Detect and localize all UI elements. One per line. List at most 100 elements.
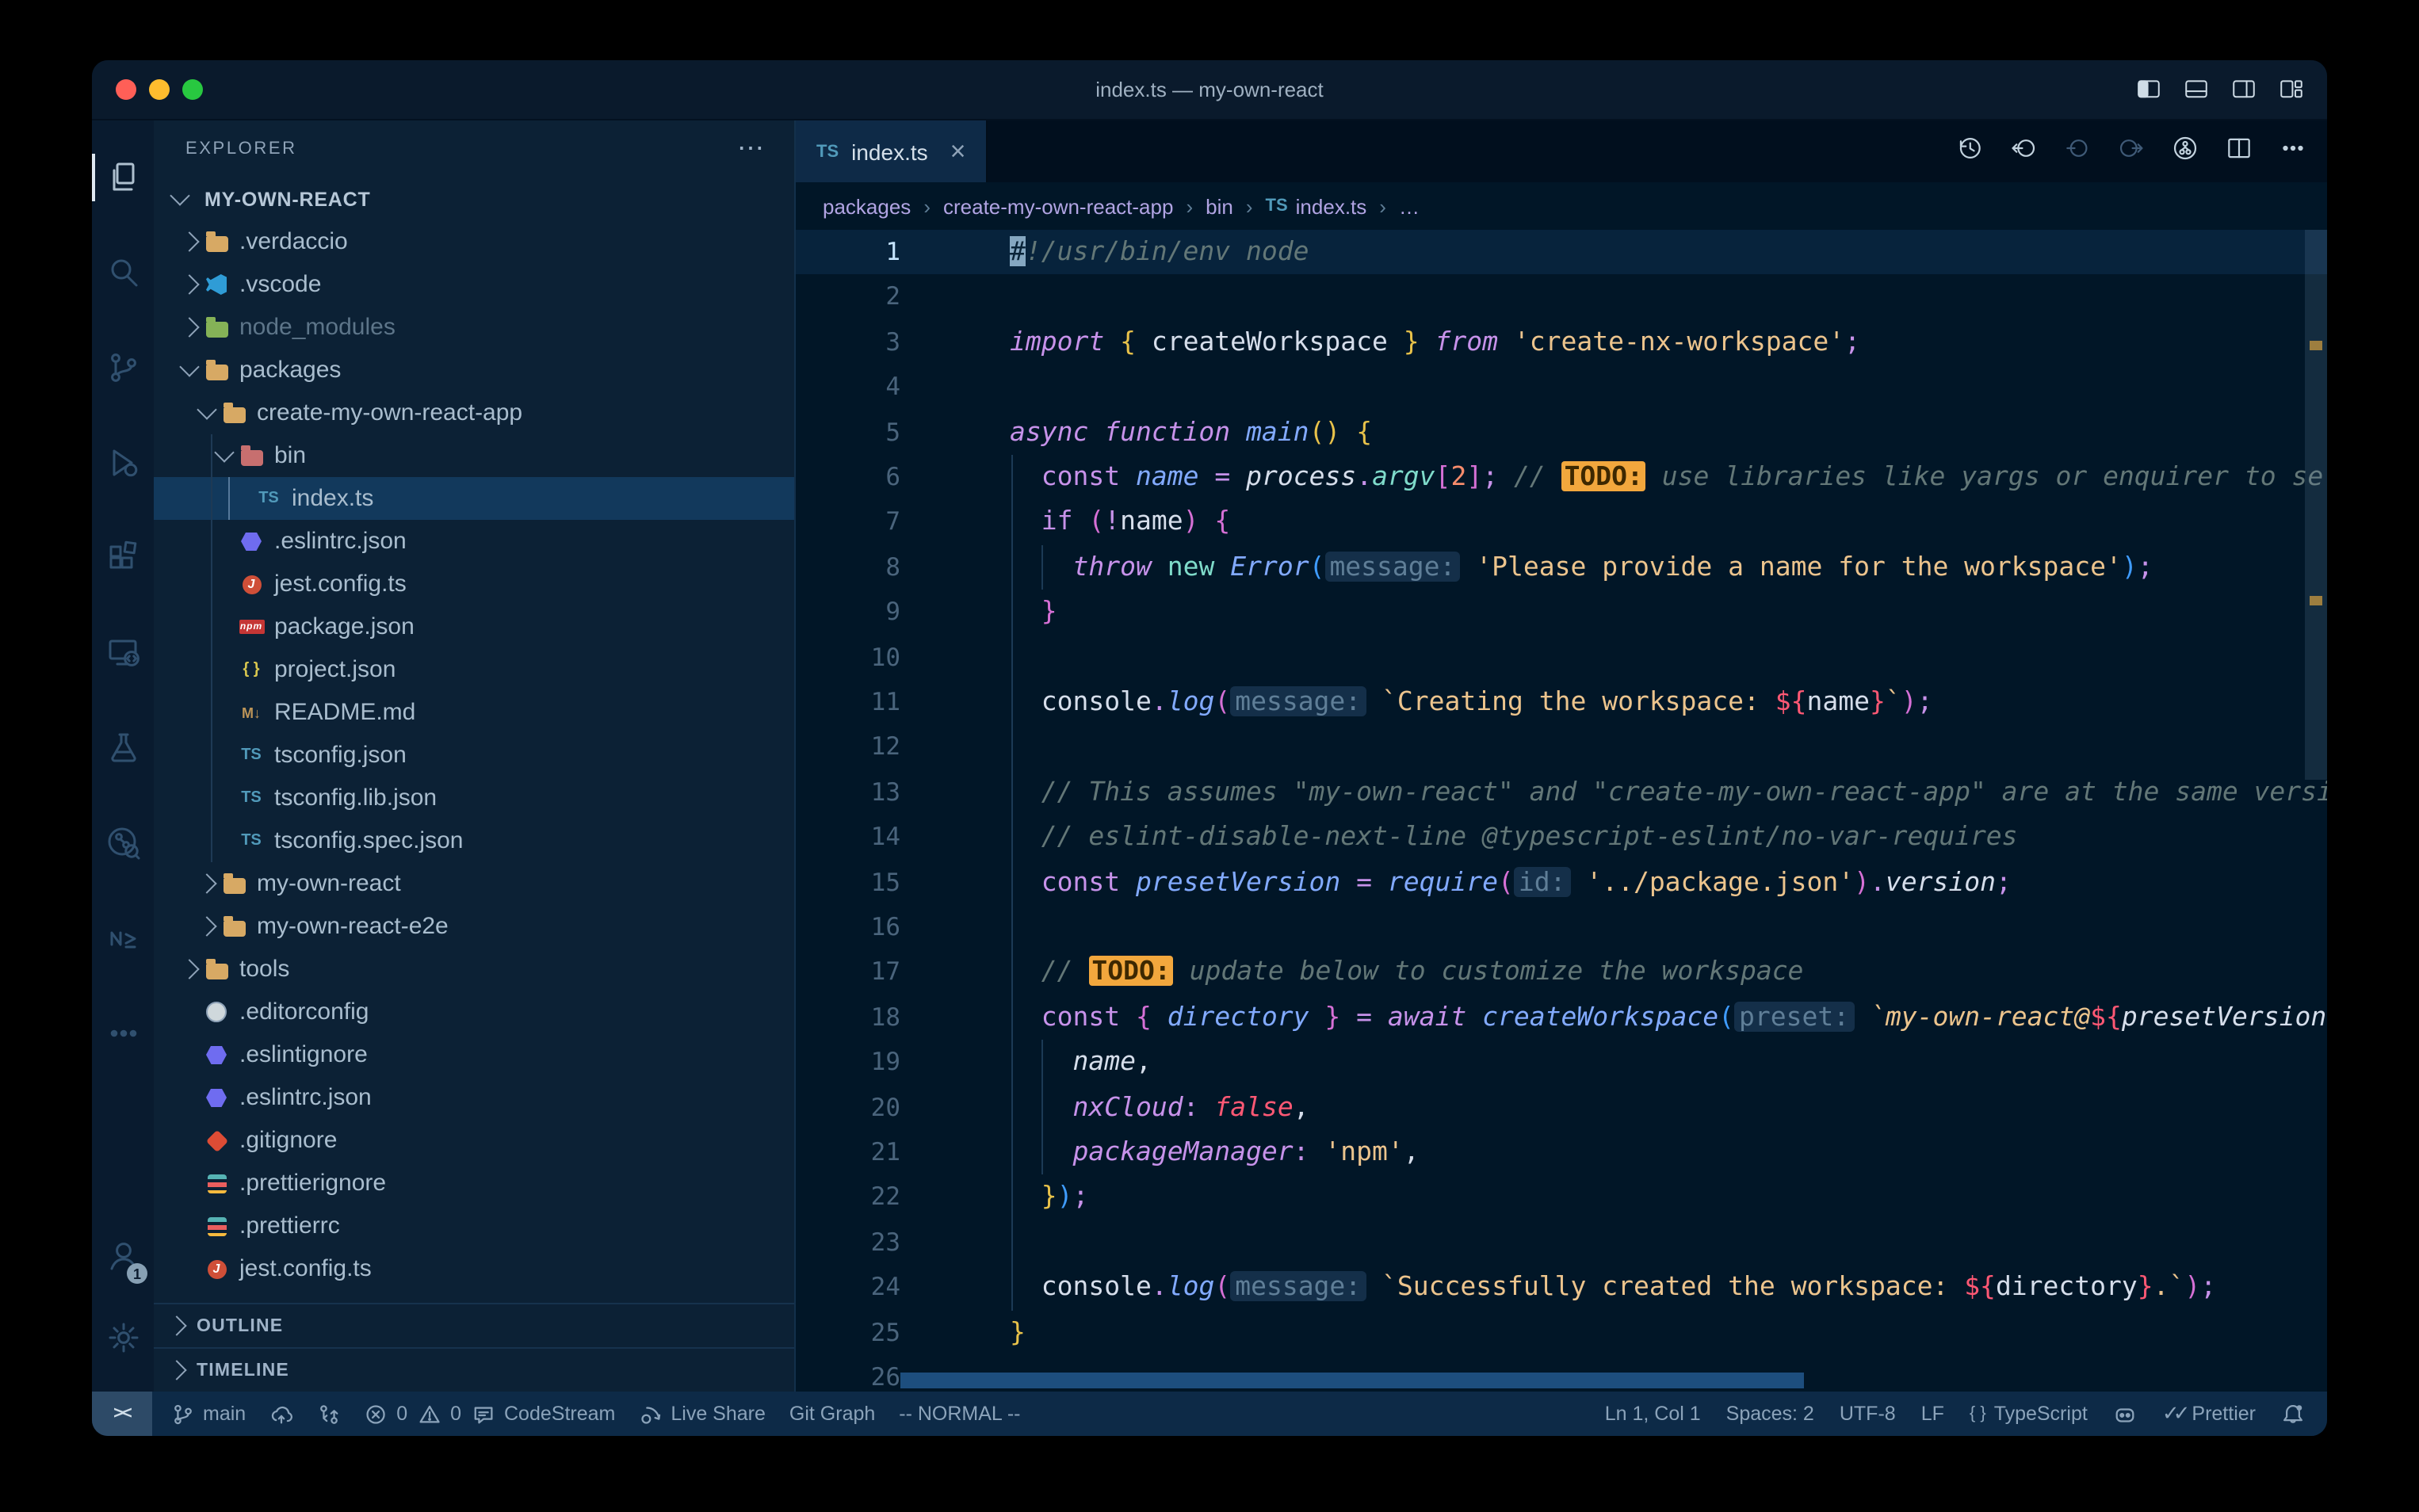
status-codestream[interactable]: CodeStream <box>472 1402 615 1426</box>
activitybar-testing[interactable] <box>92 701 154 796</box>
open-changes-icon[interactable] <box>2170 132 2200 170</box>
status-0[interactable]: 0 <box>365 1402 407 1426</box>
tree-item-my-own-react[interactable]: my-own-react <box>154 862 794 905</box>
explorer-actions-icon[interactable]: ⋯ <box>737 133 766 165</box>
tree-item-readme-md[interactable]: M↓README.md <box>154 691 794 734</box>
status-git-graph[interactable]: Git Graph <box>789 1403 875 1425</box>
tree-item--gitignore[interactable]: .gitignore <box>154 1119 794 1162</box>
code-line-16: 16 <box>796 905 2327 950</box>
status-0[interactable]: 0 <box>418 1402 461 1426</box>
timeline-history-icon[interactable] <box>1955 132 1985 170</box>
prettier-file-icon <box>203 1171 230 1195</box>
breadcrumb-item[interactable]: packages <box>823 194 911 218</box>
tab-bar: TS index.ts × <box>796 120 2327 182</box>
activitybar-remote-explorer[interactable] <box>92 605 154 701</box>
activitybar-git-graph[interactable] <box>92 796 154 891</box>
status-main[interactable]: main <box>171 1402 246 1426</box>
status-compare[interactable] <box>317 1402 341 1426</box>
tree-item-label: tsconfig.spec.json <box>274 827 463 854</box>
tree-item--eslintrc-json[interactable]: .eslintrc.json <box>154 1076 794 1119</box>
tree-item-tsconfig-lib-json[interactable]: TStsconfig.lib.json <box>154 777 794 819</box>
close-tab-icon[interactable]: × <box>950 138 966 165</box>
minimize-window-button[interactable] <box>149 79 170 100</box>
sidebar-section-outline[interactable]: OUTLINE <box>154 1303 794 1347</box>
nav-neutral-icon[interactable] <box>2062 132 2092 170</box>
line-number: 16 <box>796 905 900 950</box>
tree-item--vscode[interactable]: .vscode <box>154 263 794 306</box>
tree-item-jest-config-ts[interactable]: Jjest.config.ts <box>154 1247 794 1290</box>
activitybar-source-control[interactable] <box>92 320 154 415</box>
indent-guide <box>1011 725 1012 770</box>
customize-layout-icon[interactable] <box>2278 76 2305 103</box>
tab-index-ts[interactable]: TS index.ts × <box>796 120 988 182</box>
tree-item--editorconfig[interactable]: .editorconfig <box>154 991 794 1033</box>
horizontal-scrollbar[interactable] <box>900 1373 1804 1388</box>
tree-item-create-my-own-react-app[interactable]: create-my-own-react-app <box>154 391 794 434</box>
tree-item-my-own-react-e2e[interactable]: my-own-react-e2e <box>154 905 794 948</box>
project-root-row[interactable]: MY-OWN-REACT <box>154 178 794 220</box>
close-window-button[interactable] <box>116 79 136 100</box>
breadcrumb-item[interactable]: TSindex.ts <box>1266 194 1367 218</box>
status-spaces-2[interactable]: Spaces: 2 <box>1726 1403 1814 1425</box>
tree-item-project-json[interactable]: { }project.json <box>154 648 794 691</box>
vertical-scrollbar[interactable] <box>2305 230 2327 780</box>
tree-item-tsconfig-json[interactable]: TStsconfig.json <box>154 734 794 777</box>
folder-icon <box>220 914 247 938</box>
indent-guide <box>1011 635 1012 680</box>
nav-forward-icon[interactable] <box>2116 132 2146 170</box>
line-number: 6 <box>796 455 900 500</box>
activitybar-run-and-debug[interactable] <box>92 415 154 510</box>
status-live-share[interactable]: Live Share <box>639 1402 766 1426</box>
tree-item--verdaccio[interactable]: .verdaccio <box>154 220 794 263</box>
status-ln-1-col-1[interactable]: Ln 1, Col 1 <box>1605 1403 1701 1425</box>
status-prettier[interactable]: ✓✓Prettier <box>2162 1401 2256 1426</box>
activitybar-explorer[interactable] <box>92 130 154 225</box>
code-area[interactable]: 1#!/usr/bin/env node23import { createWor… <box>796 230 2327 1392</box>
tree-item-tsconfig-spec-json[interactable]: TS tsconfig.spec.json <box>154 819 794 862</box>
split-editor-icon[interactable] <box>2224 132 2254 170</box>
zoom-window-button[interactable] <box>182 79 203 100</box>
tree-item-tools[interactable]: tools <box>154 948 794 991</box>
breadcrumb-item[interactable]: … <box>1399 194 1420 218</box>
activitybar-accounts[interactable]: 1 <box>92 1214 154 1296</box>
typescript-file-icon: TS <box>238 829 265 853</box>
breadcrumb-item[interactable]: bin <box>1206 194 1233 218</box>
activitybar-more-views[interactable] <box>92 986 154 1081</box>
folder-icon <box>220 872 247 895</box>
line-content: } <box>1010 1310 1026 1355</box>
tree-item-packages[interactable]: packages <box>154 349 794 391</box>
line-content: console.log(message: `Creating the works… <box>1010 680 1933 725</box>
tree-item--prettierrc[interactable]: .prettierrc <box>154 1205 794 1247</box>
status-normal[interactable]: -- NORMAL -- <box>899 1403 1020 1425</box>
tree-item-package-json[interactable]: npmpackage.json <box>154 605 794 648</box>
status-utf-8[interactable]: UTF-8 <box>1840 1403 1896 1425</box>
activitybar-nx-console[interactable] <box>92 891 154 986</box>
nav-back-icon[interactable] <box>2008 132 2039 170</box>
live-share-icon <box>639 1402 663 1426</box>
tree-item-index-ts[interactable]: TSindex.ts <box>154 477 794 520</box>
tree-item--eslintrc-json[interactable]: .eslintrc.json <box>154 520 794 563</box>
code-line-4: 4 <box>796 365 2327 410</box>
status-bell[interactable] <box>2281 1402 2305 1426</box>
status-copilot[interactable] <box>2113 1402 2137 1426</box>
remote-indicator[interactable]: >< <box>92 1392 152 1436</box>
toggle-panel-icon[interactable] <box>2183 76 2210 103</box>
tree-item--prettierignore[interactable]: .prettierignore <box>154 1162 794 1205</box>
status-lf[interactable]: LF <box>1921 1403 1944 1425</box>
tree-item-jest-config-ts[interactable]: Jjest.config.ts <box>154 563 794 605</box>
tree-item-label: .gitignore <box>239 1127 337 1154</box>
tree-item-node-modules[interactable]: node_modules <box>154 306 794 349</box>
toggle-sidebar-right-icon[interactable] <box>2230 76 2257 103</box>
activitybar-extensions[interactable] <box>92 510 154 605</box>
tree-item--eslintignore[interactable]: .eslintignore <box>154 1033 794 1076</box>
more-actions-icon[interactable] <box>2278 132 2308 170</box>
activitybar-search[interactable] <box>92 225 154 320</box>
code-line-7: 7 if (!name) { <box>796 500 2327 545</box>
activitybar-settings[interactable] <box>92 1296 154 1379</box>
sidebar-section-timeline[interactable]: TIMELINE <box>154 1347 794 1392</box>
toggle-sidebar-left-icon[interactable] <box>2135 76 2162 103</box>
tree-item-bin[interactable]: bin <box>154 434 794 477</box>
breadcrumb-item[interactable]: create-my-own-react-app <box>943 194 1173 218</box>
status-cloud-upload[interactable] <box>269 1402 293 1426</box>
status-typescript[interactable]: { }TypeScript <box>1970 1403 2088 1425</box>
